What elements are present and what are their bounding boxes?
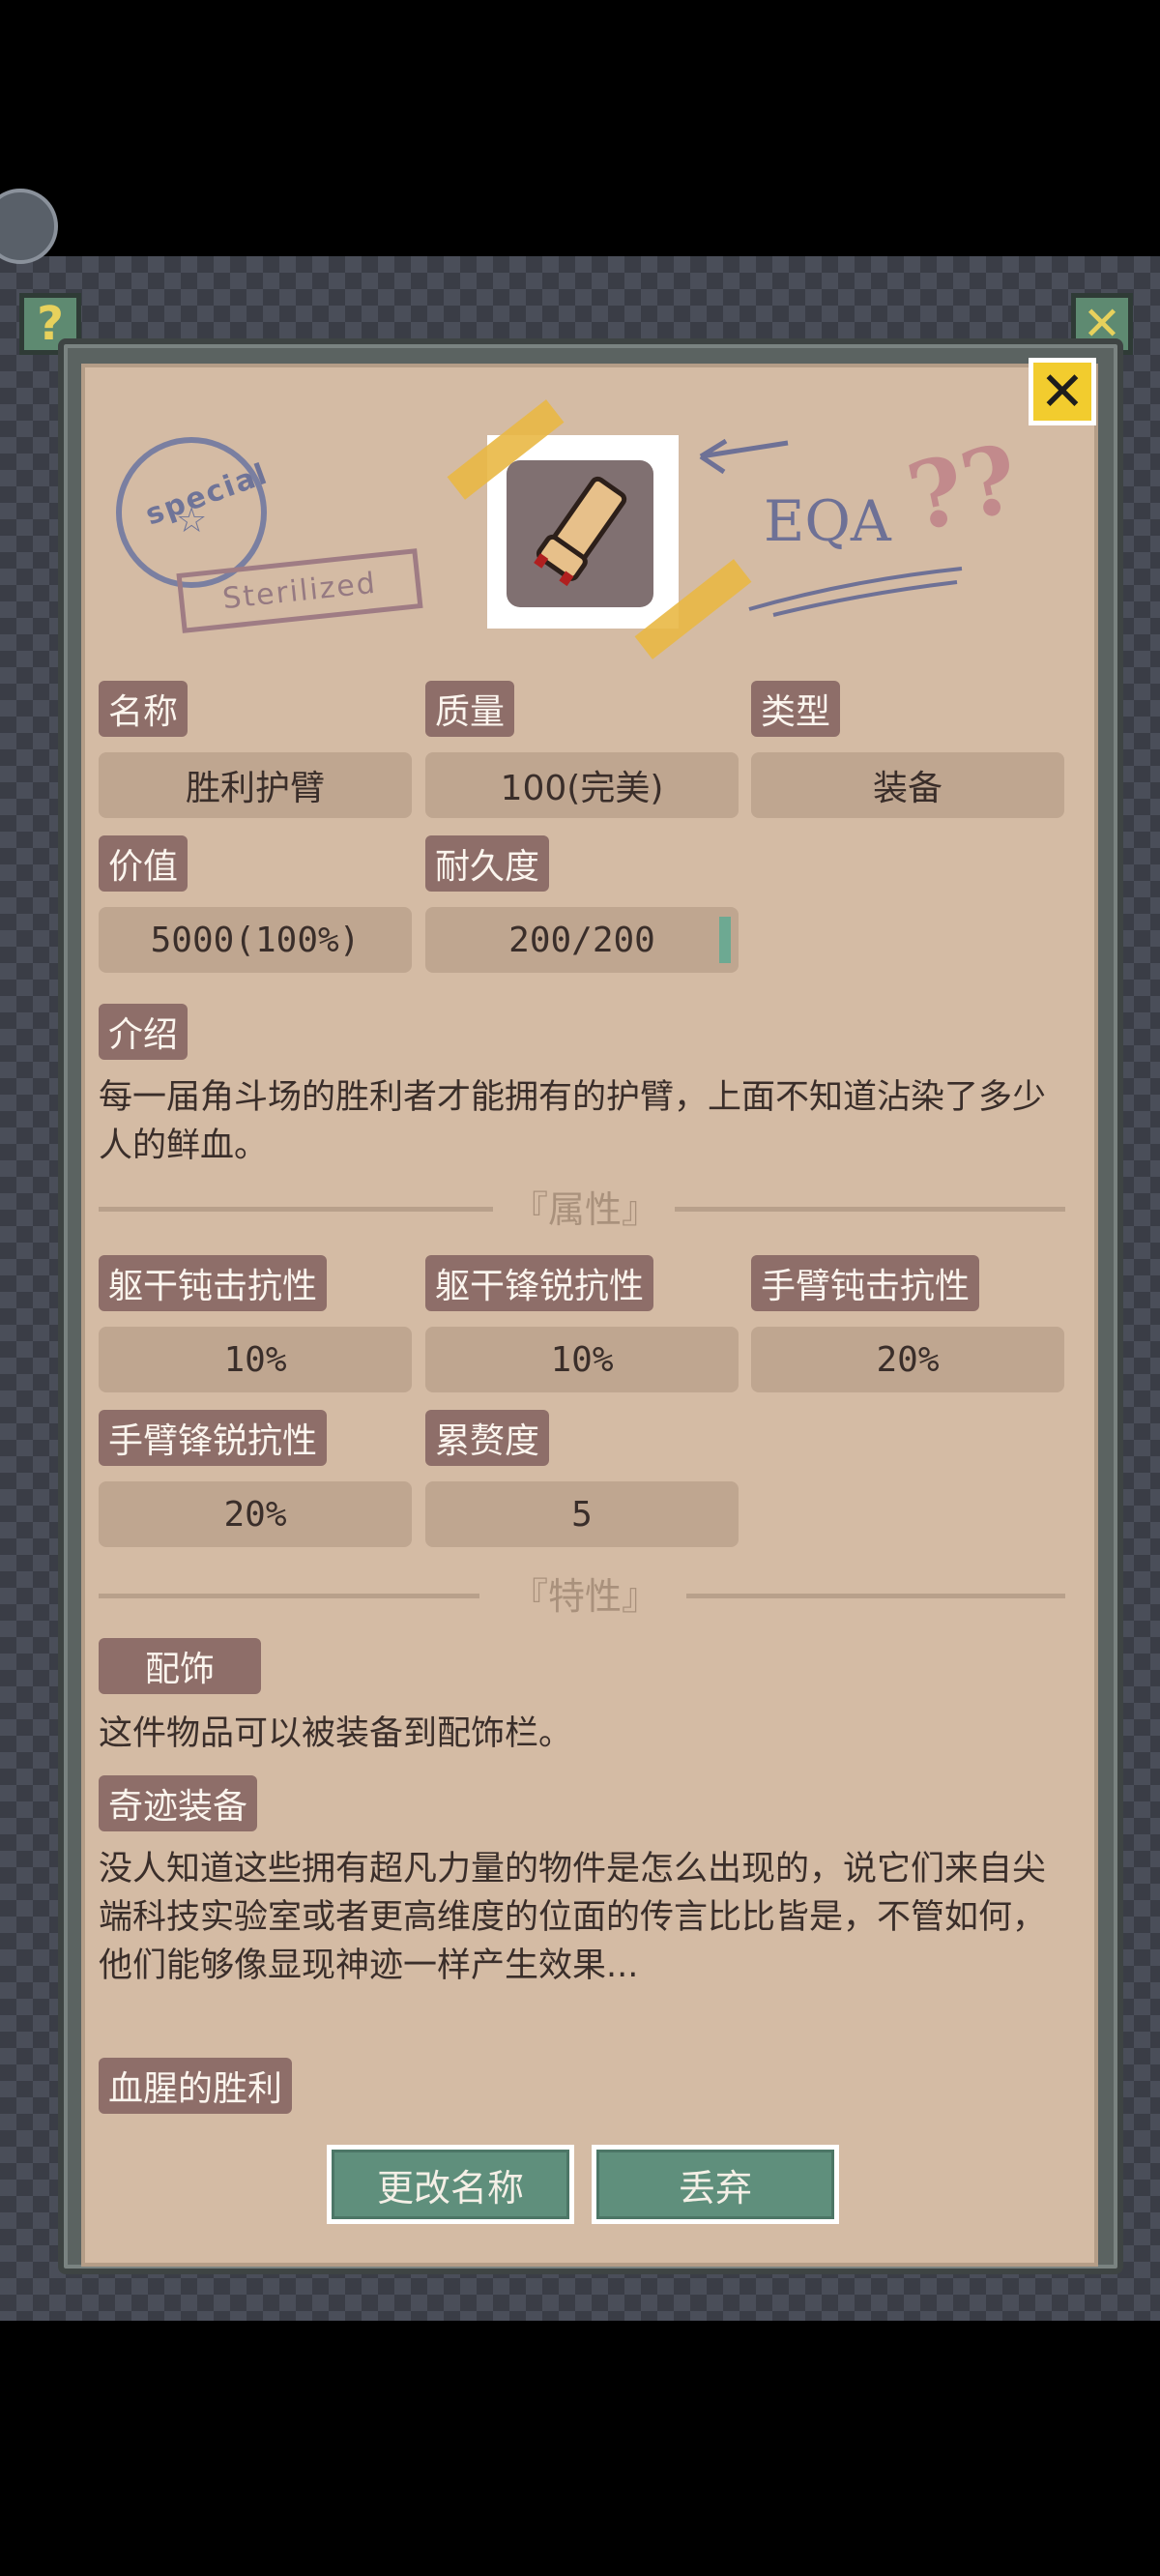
attribute-label: 躯干钝击抗性	[99, 1255, 328, 1311]
type-value: 装备	[751, 752, 1064, 818]
question-scribble: ??	[898, 423, 1029, 553]
attribute-value: 5	[425, 1481, 739, 1547]
item-icon-frame	[487, 435, 679, 629]
intro-text: 每一届角斗场的胜利者才能拥有的护臂，上面不知道沾染了多少人的鲜血。	[99, 1078, 1047, 1165]
attribute-label: 躯干锋锐抗性	[425, 1255, 654, 1311]
attribute-label: 手臂锋锐抗性	[99, 1410, 328, 1466]
special-stamp: special ☆	[116, 437, 273, 588]
divider	[99, 1594, 479, 1598]
star-icon: ☆	[176, 501, 208, 541]
trait-label: 血腥的胜利	[99, 2058, 293, 2114]
close-button[interactable]: ✕	[1029, 358, 1096, 425]
underline-scribble	[748, 567, 963, 617]
attributes-title: 『属性』	[510, 1188, 658, 1231]
traits-title: 『特性』	[510, 1575, 658, 1618]
close-icon: ✕	[1039, 360, 1086, 424]
attribute-value: 10%	[99, 1327, 412, 1392]
price-value: 5000(100%)	[99, 907, 412, 973]
quality-value: 100(完美)	[425, 752, 739, 818]
trait-text: 没人知道这些拥有超凡力量的物件是怎么出现的，说它们来自尖端科技实验室或者更高维度…	[99, 1850, 1047, 1985]
armguard-icon	[534, 476, 627, 587]
attribute-value: 20%	[751, 1327, 1064, 1392]
type-label: 类型	[751, 681, 841, 737]
discard-button[interactable]: 丢弃	[592, 2145, 839, 2224]
price-label: 价值	[99, 835, 188, 892]
name-value: 胜利护臂	[99, 752, 412, 818]
divider	[99, 1207, 493, 1212]
durability-bar	[719, 917, 731, 963]
arrow-scribble	[699, 438, 789, 475]
intro-label: 介绍	[99, 1004, 188, 1060]
durability-text: 200/200	[508, 920, 655, 960]
side-round-icon[interactable]	[0, 189, 58, 264]
trait-label: 奇迹装备	[99, 1775, 258, 1831]
attribute-label: 手臂钝击抗性	[751, 1255, 980, 1311]
divider	[686, 1594, 1065, 1598]
rename-button[interactable]: 更改名称	[327, 2145, 574, 2224]
divider	[675, 1207, 1065, 1212]
trait-label: 配饰	[99, 1638, 261, 1694]
trait-text: 这件物品可以被装备到配饰栏。	[99, 1714, 573, 1753]
attribute-label: 累赘度	[425, 1410, 550, 1466]
durability-value: 200/200	[425, 907, 739, 973]
item-image	[507, 460, 653, 607]
eqa-scribble: EQA	[764, 488, 891, 554]
quality-label: 质量	[425, 681, 515, 737]
attribute-value: 10%	[425, 1327, 739, 1392]
attribute-value: 20%	[99, 1481, 412, 1547]
durability-label: 耐久度	[425, 835, 550, 892]
durability-bar-fill	[719, 917, 731, 963]
name-label: 名称	[99, 681, 188, 737]
